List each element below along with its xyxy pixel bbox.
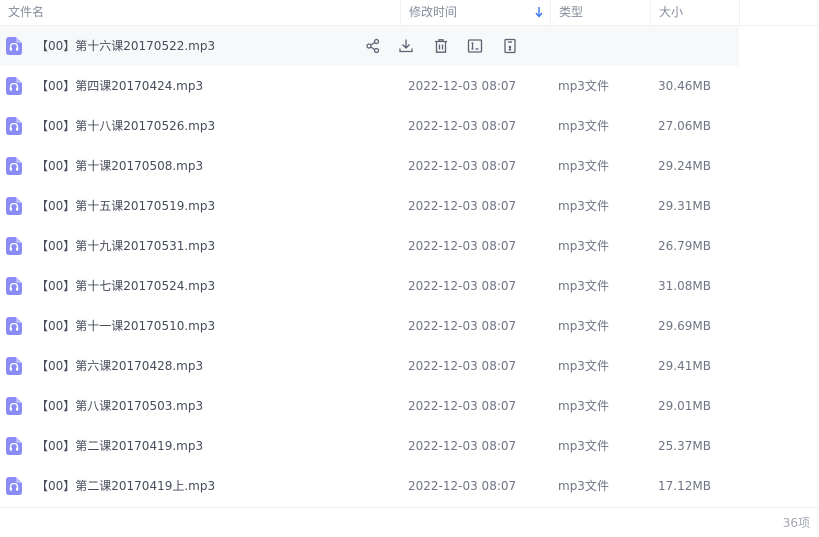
column-header-name[interactable]: 文件名 xyxy=(0,0,400,26)
audio-file-icon xyxy=(6,317,22,335)
file-size: 29.24MB xyxy=(658,159,711,173)
file-type: mp3文件 xyxy=(558,159,609,173)
file-modified-time: 2022-12-03 08:07 xyxy=(408,359,517,373)
file-type: mp3文件 xyxy=(558,119,609,133)
audio-file-icon xyxy=(6,397,22,415)
file-type: mp3文件 xyxy=(558,439,609,453)
file-row[interactable]: 【00】第八课20170503.mp3 2022-12-03 08:07 mp3… xyxy=(0,386,819,426)
audio-file-icon xyxy=(6,357,22,375)
audio-file-icon xyxy=(6,77,22,95)
sort-desc-icon[interactable] xyxy=(534,5,544,19)
column-header-type[interactable]: 类型 xyxy=(550,0,650,26)
file-modified-time: 2022-12-03 08:07 xyxy=(408,439,517,453)
file-row[interactable]: 【00】第二课20170419上.mp3 2022-12-03 08:07 mp… xyxy=(0,466,819,506)
file-name[interactable]: 【00】第十七课20170524.mp3 xyxy=(36,266,215,306)
audio-file-icon xyxy=(6,157,22,175)
status-footer: 36项 xyxy=(0,507,819,537)
delete-icon[interactable] xyxy=(432,37,450,55)
file-size: 29.41MB xyxy=(658,359,711,373)
file-modified-time: 2022-12-03 08:07 xyxy=(408,119,517,133)
file-name[interactable]: 【00】第十九课20170531.mp3 xyxy=(36,226,215,266)
file-row[interactable]: 【00】第四课20170424.mp3 2022-12-03 08:07 mp3… xyxy=(0,66,819,106)
more-icon[interactable] xyxy=(501,37,519,55)
audio-file-icon xyxy=(6,437,22,455)
audio-file-icon xyxy=(6,277,22,295)
file-size: 29.69MB xyxy=(658,319,711,333)
file-name[interactable]: 【00】第十五课20170519.mp3 xyxy=(36,186,215,226)
file-name[interactable]: 【00】第十六课20170522.mp3 xyxy=(36,26,215,66)
file-row[interactable]: 【00】第十一课20170510.mp3 2022-12-03 08:07 mp… xyxy=(0,306,819,346)
column-header-modified[interactable]: 修改时间 xyxy=(400,0,550,26)
audio-file-icon xyxy=(6,117,22,135)
file-name[interactable]: 【00】第四课20170424.mp3 xyxy=(36,66,203,106)
file-list: 【00】第十六课20170522.mp3 【00】第四课20170424.mp3… xyxy=(0,26,819,506)
file-size: 29.01MB xyxy=(658,399,711,413)
file-modified-time: 2022-12-03 08:07 xyxy=(408,479,517,493)
file-type: mp3文件 xyxy=(558,199,609,213)
file-type: mp3文件 xyxy=(558,319,609,333)
file-row[interactable]: 【00】第十八课20170526.mp3 2022-12-03 08:07 mp… xyxy=(0,106,819,146)
audio-file-icon xyxy=(6,37,22,55)
file-row[interactable]: 【00】第十五课20170519.mp3 2022-12-03 08:07 mp… xyxy=(0,186,819,226)
file-modified-time: 2022-12-03 08:07 xyxy=(408,239,517,253)
file-name[interactable]: 【00】第十课20170508.mp3 xyxy=(36,146,203,186)
file-size: 30.46MB xyxy=(658,79,711,93)
file-size: 25.37MB xyxy=(658,439,711,453)
file-row[interactable]: 【00】第十七课20170524.mp3 2022-12-03 08:07 mp… xyxy=(0,266,819,306)
item-count: 36项 xyxy=(782,516,810,530)
file-name[interactable]: 【00】第十一课20170510.mp3 xyxy=(36,306,215,346)
file-modified-time: 2022-12-03 08:07 xyxy=(408,279,517,293)
audio-file-icon xyxy=(6,197,22,215)
share-icon[interactable] xyxy=(364,37,382,55)
file-modified-time: 2022-12-03 08:07 xyxy=(408,319,517,333)
file-size: 27.06MB xyxy=(658,119,711,133)
file-name[interactable]: 【00】第六课20170428.mp3 xyxy=(36,346,203,386)
file-modified-time: 2022-12-03 08:07 xyxy=(408,199,517,213)
file-modified-time: 2022-12-03 08:07 xyxy=(408,159,517,173)
file-type: mp3文件 xyxy=(558,79,609,93)
file-size: 29.31MB xyxy=(658,199,711,213)
file-list-header: 文件名 修改时间 类型 大小 xyxy=(0,0,819,26)
file-row[interactable]: 【00】第十九课20170531.mp3 2022-12-03 08:07 mp… xyxy=(0,226,819,266)
file-type: mp3文件 xyxy=(558,279,609,293)
file-type: mp3文件 xyxy=(558,239,609,253)
audio-file-icon xyxy=(6,237,22,255)
file-size: 17.12MB xyxy=(658,479,711,493)
file-type: mp3文件 xyxy=(558,359,609,373)
rename-icon[interactable] xyxy=(466,37,484,55)
file-type: mp3文件 xyxy=(558,399,609,413)
file-modified-time: 2022-12-03 08:07 xyxy=(408,399,517,413)
file-type: mp3文件 xyxy=(558,479,609,493)
column-header-size[interactable]: 大小 xyxy=(650,0,740,26)
file-name[interactable]: 【00】第十八课20170526.mp3 xyxy=(36,106,215,146)
file-name[interactable]: 【00】第二课20170419上.mp3 xyxy=(36,466,215,506)
file-row[interactable]: 【00】第十六课20170522.mp3 xyxy=(0,26,739,66)
file-modified-time: 2022-12-03 08:07 xyxy=(408,79,517,93)
file-name[interactable]: 【00】第八课20170503.mp3 xyxy=(36,386,203,426)
file-size: 31.08MB xyxy=(658,279,711,293)
file-row[interactable]: 【00】第六课20170428.mp3 2022-12-03 08:07 mp3… xyxy=(0,346,819,386)
audio-file-icon xyxy=(6,477,22,495)
download-icon[interactable] xyxy=(397,37,415,55)
file-row[interactable]: 【00】第二课20170419.mp3 2022-12-03 08:07 mp3… xyxy=(0,426,819,466)
file-row[interactable]: 【00】第十课20170508.mp3 2022-12-03 08:07 mp3… xyxy=(0,146,819,186)
file-size: 26.79MB xyxy=(658,239,711,253)
file-name[interactable]: 【00】第二课20170419.mp3 xyxy=(36,426,203,466)
